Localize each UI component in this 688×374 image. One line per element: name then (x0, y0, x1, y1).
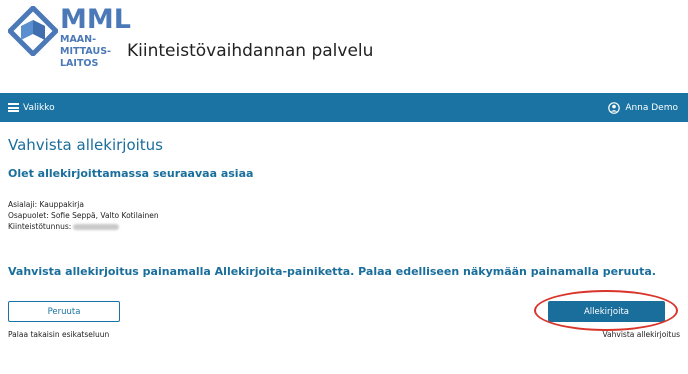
menu-label: Valikko (23, 102, 55, 113)
user-label: Anna Demo (625, 102, 678, 113)
logo-main-text: MML (60, 4, 131, 35)
user-menu-button[interactable]: Anna Demo (608, 93, 678, 122)
detail-kiinteistotunnus: Kiinteistötunnus: (8, 222, 120, 231)
section-title: Olet allekirjoittamassa seuraavaa asiaa (8, 167, 254, 180)
redacted-value (73, 224, 120, 230)
hamburger-icon (8, 103, 19, 112)
cancel-hint: Palaa takaisin esikatseluun (8, 330, 110, 339)
user-circle-icon (608, 101, 621, 114)
sign-button[interactable]: Allekirjoita (548, 301, 665, 322)
logo-line-2: MITTAUS- (60, 46, 111, 57)
instruction-text: Vahvista allekirjoitus painamalla Alleki… (8, 265, 656, 278)
page-title: Vahvista allekirjoitus (8, 136, 163, 154)
header: MML MAAN- MITTAUS- LAITOS Kiinteistövaih… (0, 0, 688, 93)
detail-osapuolet: Osapuolet: Sofie Seppä, Valto Kotilainen (8, 211, 159, 220)
sign-hint: Vahvista allekirjoitus (602, 330, 681, 339)
logo-line-3: LAITOS (60, 58, 99, 69)
app-title: Kiinteistövaihdannan palvelu (127, 41, 374, 61)
logo-wordmark: MML MAAN- MITTAUS- LAITOS (60, 6, 131, 69)
kiinteistotunnus-label: Kiinteistötunnus: (8, 222, 72, 231)
logo-line-1: MAAN- (60, 34, 97, 45)
cancel-button[interactable]: Peruuta (8, 301, 120, 322)
mml-logo-icon (8, 6, 58, 56)
detail-asialaji: Asialaji: Kauppakirja (8, 200, 84, 209)
menu-button[interactable]: Valikko (8, 93, 55, 122)
navbar: Valikko Anna Demo (0, 93, 688, 122)
